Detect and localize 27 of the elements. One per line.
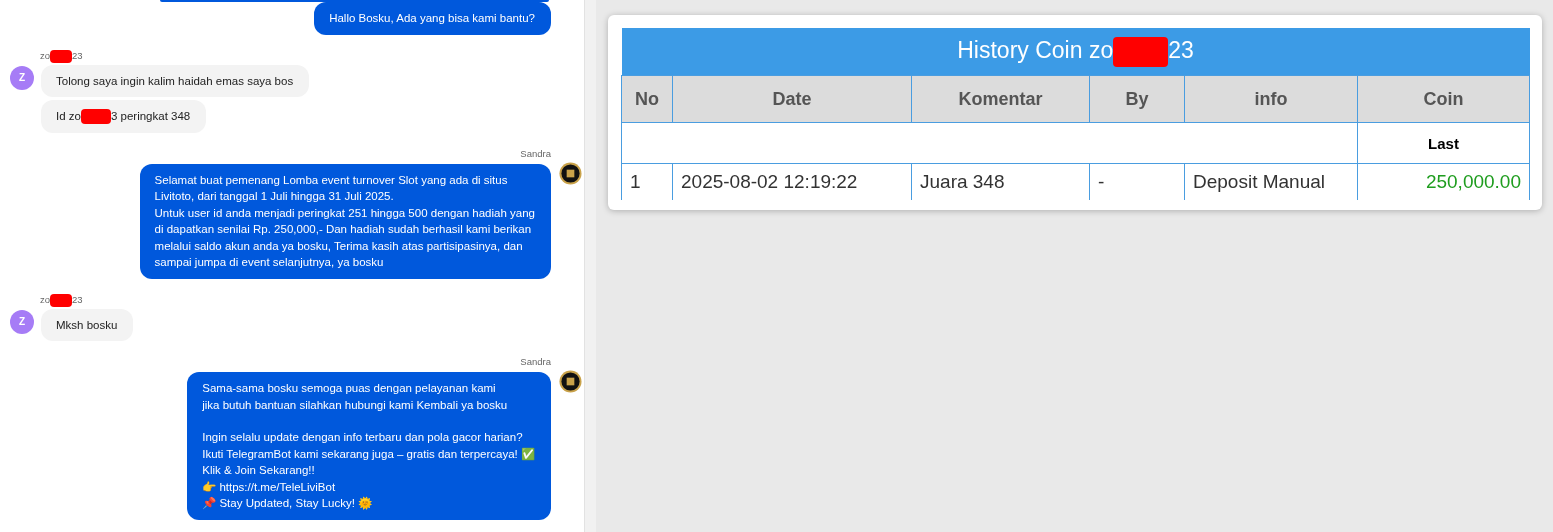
column-header: By: [1089, 75, 1185, 123]
sender-name: Sandra: [520, 356, 551, 367]
redaction-mark: [50, 293, 73, 307]
message-text: Hallo Bosku, Ada yang bisa kami bantu?: [329, 11, 535, 26]
table-cell: Last: [1357, 122, 1530, 164]
sender-name: zo 23: [40, 293, 83, 307]
scrollbar[interactable]: [584, 0, 596, 532]
message-text: Mksh bosku: [56, 317, 118, 333]
column-header: Date: [672, 75, 912, 123]
column-header: Komentar: [911, 75, 1090, 123]
table-title: History Coin zo 23: [621, 28, 1530, 76]
message-text: Selamat buat pemenang Lomba event turnover Slot yang ada di situs Livitoto, dari tanggal 1 Juli hingga 31 Juli 2025. Untuk user id anda menjadi peringkat 251 hingga 500 dengan hadiah yang di dapatkan senilai Rp. 250,000,- Dan hadiah sudah berhasil kami berikan melalui saldo akun anda ya bosku, Terima kasih atas partisipasinya, dan sampai jumpa di event selanjutnya, ya bosku: [154, 172, 535, 270]
user-avatar: Z: [10, 65, 34, 90]
redaction-mark: [80, 109, 111, 125]
table-cell: 1: [621, 163, 673, 200]
message-text: Ingin selalu update dengan info terbaru dan pola gacor harian? Ikuti TelegramBot kami sekarang juga – gratis dan terpercaya! ✅ Klik & Join Sekarang!! 👉 https://t.me/TeleLiviBot 📌 Stay Updated, Stay Lucky! 🌞: [202, 430, 535, 512]
sender-name: zo 23: [40, 49, 83, 63]
message-text: Tolong saya ingin kalim haidah emas saya bos: [56, 73, 294, 89]
sender-name: Sandra: [520, 147, 551, 159]
column-header: info: [1184, 75, 1358, 123]
redaction-mark: [1113, 36, 1169, 67]
message-text: Sama-sama bosku semoga puas dengan pelayanan kami jika butuh bantuan silahkan hubungi kami Kembali ya bosku: [202, 381, 509, 413]
message-text: Id zo 3 peringkat 348: [56, 108, 191, 125]
redaction-mark: [50, 49, 73, 63]
user-avatar: Z: [10, 309, 34, 334]
column-header: No: [621, 75, 673, 123]
column-header: Coin: [1357, 75, 1530, 123]
